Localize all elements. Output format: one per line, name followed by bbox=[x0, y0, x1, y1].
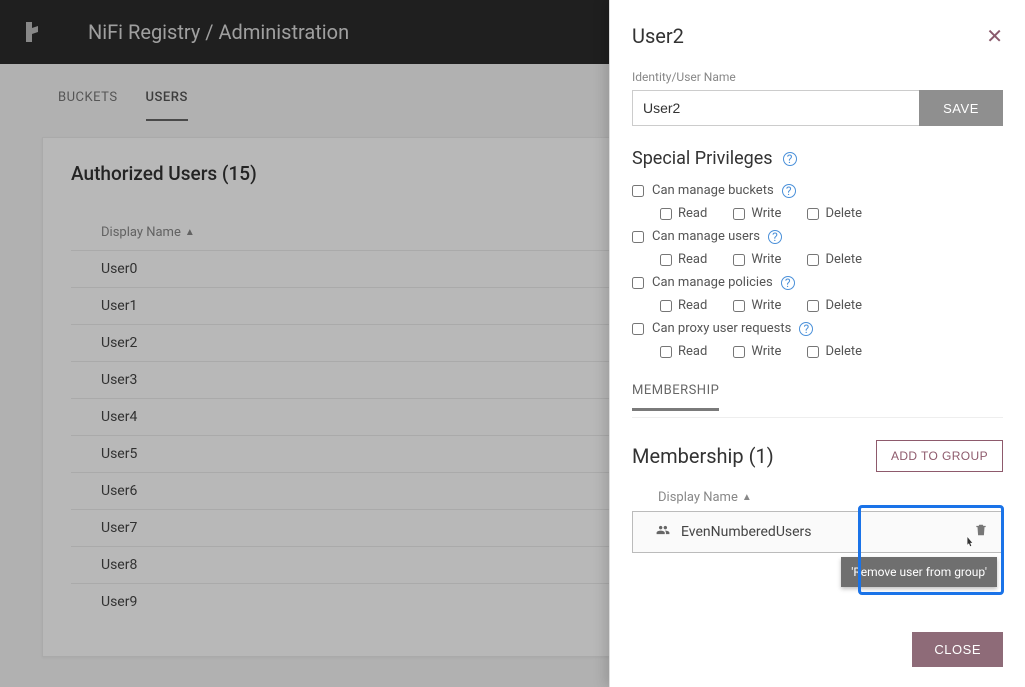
read-label: Read bbox=[678, 344, 707, 359]
app-logo bbox=[20, 18, 48, 46]
delete-label: Delete bbox=[825, 344, 862, 359]
help-icon[interactable]: ? bbox=[781, 276, 795, 290]
header-title: NiFi Registry / Administration bbox=[88, 20, 349, 44]
save-button[interactable]: SAVE bbox=[919, 90, 1003, 126]
membership-tab[interactable]: MEMBERSHIP bbox=[632, 383, 719, 411]
tab-users[interactable]: USERS bbox=[146, 90, 188, 121]
special-privileges-title: Special Privileges ? bbox=[632, 148, 1003, 169]
sort-asc-icon: ▲ bbox=[742, 492, 752, 503]
priv-users-write[interactable] bbox=[733, 254, 745, 266]
divider bbox=[632, 417, 1003, 418]
help-icon[interactable]: ? bbox=[782, 184, 796, 198]
priv-policies-write[interactable] bbox=[733, 300, 745, 312]
priv-proxy-label: Can proxy user requests bbox=[652, 321, 791, 336]
group-name: EvenNumberedUsers bbox=[681, 524, 812, 540]
priv-policies-delete[interactable] bbox=[807, 300, 819, 312]
close-button[interactable]: CLOSE bbox=[912, 632, 1003, 667]
delete-label: Delete bbox=[825, 252, 862, 267]
membership-column-header[interactable]: Display Name ▲ bbox=[632, 484, 1003, 511]
close-icon[interactable]: ✕ bbox=[986, 24, 1003, 48]
users-group-icon bbox=[655, 523, 671, 541]
membership-column-label: Display Name bbox=[658, 490, 738, 505]
identity-label: Identity/User Name bbox=[632, 70, 1003, 84]
add-to-group-button[interactable]: ADD TO GROUP bbox=[876, 440, 1003, 472]
membership-row[interactable]: EvenNumberedUsers bbox=[632, 511, 1003, 553]
write-label: Write bbox=[751, 298, 781, 313]
priv-proxy-read[interactable] bbox=[660, 346, 672, 358]
user-detail-panel: User2 ✕ Identity/User Name SAVE Special … bbox=[609, 0, 1025, 687]
write-label: Write bbox=[751, 344, 781, 359]
priv-proxy-delete[interactable] bbox=[807, 346, 819, 358]
privileges-list: Can manage buckets? Read Write Delete Ca… bbox=[632, 179, 1003, 363]
priv-policies-label: Can manage policies bbox=[652, 275, 773, 290]
priv-buckets-read[interactable] bbox=[660, 208, 672, 220]
column-header-label: Display Name bbox=[101, 225, 181, 240]
priv-buckets-delete[interactable] bbox=[807, 208, 819, 220]
priv-buckets-write[interactable] bbox=[733, 208, 745, 220]
priv-proxy-checkbox[interactable] bbox=[632, 323, 644, 335]
priv-buckets-label: Can manage buckets bbox=[652, 183, 774, 198]
priv-users-checkbox[interactable] bbox=[632, 231, 644, 243]
write-label: Write bbox=[751, 252, 781, 267]
priv-policies-checkbox[interactable] bbox=[632, 277, 644, 289]
priv-users-read[interactable] bbox=[660, 254, 672, 266]
read-label: Read bbox=[678, 252, 707, 267]
panel-title: User2 bbox=[632, 24, 684, 48]
trash-icon[interactable] bbox=[974, 522, 988, 542]
special-privileges-label: Special Privileges bbox=[632, 148, 773, 169]
help-icon[interactable]: ? bbox=[799, 322, 813, 336]
tab-buckets[interactable]: BUCKETS bbox=[58, 90, 118, 121]
remove-user-tooltip: 'Remove user from group' bbox=[841, 557, 997, 587]
delete-label: Delete bbox=[825, 298, 862, 313]
help-icon[interactable]: ? bbox=[768, 230, 782, 244]
sort-asc-icon: ▲ bbox=[185, 227, 195, 238]
priv-users-label: Can manage users bbox=[652, 229, 760, 244]
membership-title: Membership (1) bbox=[632, 444, 774, 468]
write-label: Write bbox=[751, 206, 781, 221]
priv-users-delete[interactable] bbox=[807, 254, 819, 266]
read-label: Read bbox=[678, 298, 707, 313]
priv-buckets-checkbox[interactable] bbox=[632, 185, 644, 197]
help-icon[interactable]: ? bbox=[783, 152, 797, 166]
priv-policies-read[interactable] bbox=[660, 300, 672, 312]
priv-proxy-write[interactable] bbox=[733, 346, 745, 358]
read-label: Read bbox=[678, 206, 707, 221]
identity-input[interactable] bbox=[632, 90, 919, 126]
delete-label: Delete bbox=[825, 206, 862, 221]
